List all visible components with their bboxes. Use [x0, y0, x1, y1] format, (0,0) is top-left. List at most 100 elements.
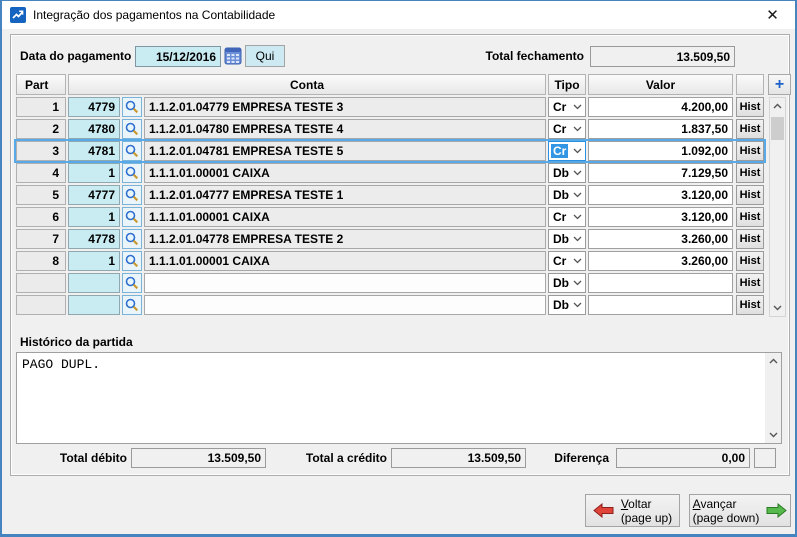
- historico-scroll-up-icon[interactable]: [765, 353, 781, 369]
- account-code-field[interactable]: 1: [68, 207, 120, 227]
- entry-type-value: Cr: [551, 144, 569, 158]
- entry-type-select[interactable]: Db: [548, 295, 586, 315]
- value-field[interactable]: 3.260,00: [588, 251, 733, 271]
- back-arrow-icon: [593, 503, 614, 518]
- account-lookup-button[interactable]: [122, 119, 142, 139]
- account-code-field[interactable]: [68, 295, 120, 315]
- account-description-field[interactable]: 1.1.1.01.00001 CAIXA: [144, 163, 546, 183]
- table-row: Db Hist: [16, 273, 764, 293]
- magnifier-icon: [125, 166, 139, 180]
- hist-button[interactable]: Hist: [736, 251, 764, 271]
- hist-button[interactable]: Hist: [736, 295, 764, 315]
- account-code-field[interactable]: 4778: [68, 229, 120, 249]
- entry-type-value: Db: [553, 188, 569, 202]
- account-code-field[interactable]: 1: [68, 163, 120, 183]
- account-description-field[interactable]: 1.1.1.01.00001 CAIXA: [144, 207, 546, 227]
- column-header-tipo[interactable]: Tipo: [548, 74, 586, 95]
- value-field[interactable]: 1.837,50: [588, 119, 733, 139]
- value-field[interactable]: [588, 295, 733, 315]
- account-code-field[interactable]: 4777: [68, 185, 120, 205]
- scrollbar-thumb[interactable]: [771, 117, 784, 140]
- entry-type-select[interactable]: Cr: [548, 251, 586, 271]
- historico-label: Histórico da partida: [20, 335, 133, 349]
- chevron-down-icon: [573, 126, 582, 132]
- account-lookup-button[interactable]: [122, 229, 142, 249]
- part-cell: 6: [16, 207, 66, 227]
- account-description-field[interactable]: 1.1.2.01.04779 EMPRESA TESTE 3: [144, 97, 546, 117]
- column-header-valor[interactable]: Valor: [588, 74, 733, 95]
- weekday-button[interactable]: Qui: [245, 45, 285, 67]
- account-code-field[interactable]: 4781: [68, 141, 120, 161]
- account-code-field[interactable]: 1: [68, 251, 120, 271]
- account-lookup-button[interactable]: [122, 295, 142, 315]
- entry-type-select[interactable]: Db: [548, 163, 586, 183]
- voltar-button[interactable]: Voltar (page up): [585, 494, 680, 527]
- add-row-button[interactable]: +: [768, 74, 791, 95]
- part-cell: 1: [16, 97, 66, 117]
- hist-button[interactable]: Hist: [736, 185, 764, 205]
- value-field[interactable]: 7.129,50: [588, 163, 733, 183]
- table-row: 5 4777 1.1.2.01.04777 EMPRESA TESTE 1 Db 3.1…: [16, 185, 764, 205]
- account-lookup-button[interactable]: [122, 163, 142, 183]
- hist-button[interactable]: Hist: [736, 229, 764, 249]
- account-description-field[interactable]: 1.1.1.01.00001 CAIXA: [144, 251, 546, 271]
- historico-scrollbar[interactable]: [765, 353, 781, 443]
- account-lookup-button[interactable]: [122, 97, 142, 117]
- account-description-field[interactable]: 1.1.2.01.04781 EMPRESA TESTE 5: [144, 141, 546, 161]
- value-field[interactable]: 3.260,00: [588, 229, 733, 249]
- column-header-part[interactable]: Part: [16, 74, 66, 95]
- entry-type-select[interactable]: Db: [548, 229, 586, 249]
- diferenca-value: 0,00: [616, 448, 750, 468]
- hist-button[interactable]: Hist: [736, 273, 764, 293]
- value-field[interactable]: 1.092,00: [588, 141, 733, 161]
- table-row: 4 1 1.1.1.01.00001 CAIXA Db 7.129,50 Hist: [16, 163, 764, 183]
- account-lookup-button[interactable]: [122, 141, 142, 161]
- entry-type-select[interactable]: Cr: [548, 119, 586, 139]
- payment-date-label: Data do pagamento: [20, 49, 132, 63]
- account-lookup-button[interactable]: [122, 207, 142, 227]
- hist-button[interactable]: Hist: [736, 207, 764, 227]
- table-row: 6 1 1.1.1.01.00001 CAIXA Cr 3.120,00 Hist: [16, 207, 764, 227]
- account-lookup-button[interactable]: [122, 273, 142, 293]
- titlebar: Integração dos pagamentos na Contabilida…: [2, 1, 795, 29]
- value-field[interactable]: 3.120,00: [588, 207, 733, 227]
- scroll-down-icon[interactable]: [770, 300, 785, 316]
- value-field[interactable]: 4.200,00: [588, 97, 733, 117]
- calendar-button[interactable]: [224, 47, 243, 66]
- table-scrollbar[interactable]: [769, 97, 786, 317]
- hist-button[interactable]: Hist: [736, 119, 764, 139]
- avancar-button[interactable]: Avançar (page down): [689, 494, 791, 527]
- value-field[interactable]: 3.120,00: [588, 185, 733, 205]
- account-description-field[interactable]: 1.1.2.01.04780 EMPRESA TESTE 4: [144, 119, 546, 139]
- hist-button[interactable]: Hist: [736, 163, 764, 183]
- historico-scroll-down-icon[interactable]: [765, 427, 781, 443]
- avancar-label: Avançar: [692, 496, 737, 511]
- entry-type-select[interactable]: Cr: [548, 97, 586, 117]
- calendar-icon: [224, 47, 242, 65]
- payment-date-field[interactable]: 15/12/2016: [135, 46, 221, 67]
- scroll-up-icon[interactable]: [770, 98, 785, 114]
- account-description-field[interactable]: [144, 295, 546, 315]
- hist-button[interactable]: Hist: [736, 97, 764, 117]
- table-header: Part Conta Tipo Valor: [16, 74, 764, 95]
- account-lookup-button[interactable]: [122, 185, 142, 205]
- account-code-field[interactable]: 4780: [68, 119, 120, 139]
- entry-type-select[interactable]: Cr: [548, 207, 586, 227]
- account-code-field[interactable]: 4779: [68, 97, 120, 117]
- hist-button[interactable]: Hist: [736, 141, 764, 161]
- account-description-field[interactable]: [144, 273, 546, 293]
- close-button[interactable]: ✕: [750, 1, 795, 29]
- account-code-field[interactable]: [68, 273, 120, 293]
- entry-type-select[interactable]: Db: [548, 273, 586, 293]
- account-description-field[interactable]: 1.1.2.01.04778 EMPRESA TESTE 2: [144, 229, 546, 249]
- historico-textarea[interactable]: PAGO DUPL.: [16, 352, 782, 444]
- value-field[interactable]: [588, 273, 733, 293]
- column-header-conta[interactable]: Conta: [68, 74, 546, 95]
- entry-type-value: Cr: [553, 100, 567, 114]
- part-cell: 7: [16, 229, 66, 249]
- total-debito-value: 13.509,50: [131, 448, 266, 468]
- entry-type-select[interactable]: Cr: [548, 141, 586, 161]
- account-lookup-button[interactable]: [122, 251, 142, 271]
- account-description-field[interactable]: 1.1.2.01.04777 EMPRESA TESTE 1: [144, 185, 546, 205]
- entry-type-select[interactable]: Db: [548, 185, 586, 205]
